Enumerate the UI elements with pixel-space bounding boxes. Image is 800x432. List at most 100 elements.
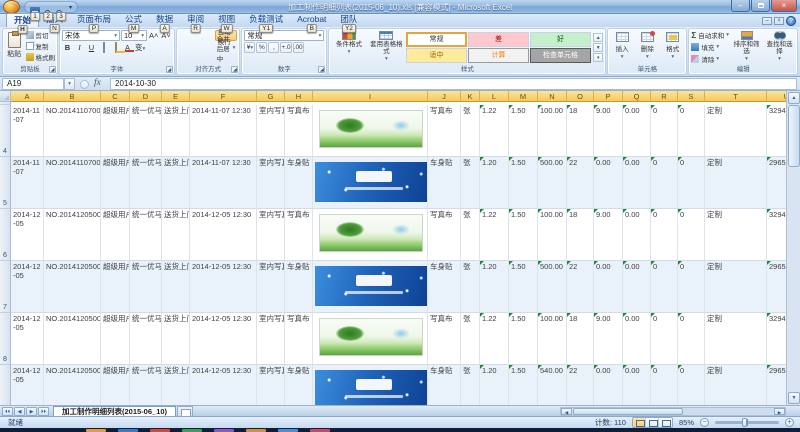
cell-R9[interactable]: 0 [651, 365, 678, 405]
cell-Q5[interactable]: 0.00 [623, 157, 651, 209]
cell-D5[interactable]: 统一优马特 [130, 157, 162, 209]
cell-S4[interactable]: 0 [678, 105, 705, 157]
cell-E9[interactable]: 送货上门 [162, 365, 190, 405]
find-select-button[interactable]: 查找和选择▾ [764, 30, 795, 64]
cell-E5[interactable]: 送货上门 [162, 157, 190, 209]
cell-Q9[interactable]: 0.00 [623, 365, 651, 405]
cell-K8[interactable]: 张 [461, 313, 480, 365]
decrease-decimal-button[interactable]: .00 [293, 42, 304, 53]
tab-视图[interactable]: 视图W [211, 13, 242, 27]
cell-H5[interactable]: 车身贴 [285, 157, 313, 209]
cell-A5[interactable]: 2014-11-07 [11, 157, 44, 209]
zoom-out-button[interactable]: − [700, 418, 709, 427]
align-center-button[interactable] [191, 42, 202, 53]
insert-worksheet-button[interactable] [177, 406, 193, 416]
first-sheet-button[interactable]: ⏴⏴ [2, 407, 13, 416]
cell-O4[interactable]: 18 [567, 105, 594, 157]
cell-I6[interactable] [313, 209, 428, 261]
cell-P9[interactable]: 0.00 [594, 365, 623, 405]
cell-U5[interactable]: 2965 [767, 157, 786, 209]
cell-Q4[interactable]: 0.00 [623, 105, 651, 157]
row-header-5[interactable]: 5 [0, 157, 11, 209]
cell-M6[interactable]: 1.50 [509, 209, 538, 261]
cell-R5[interactable]: 0 [651, 157, 678, 209]
bold-button[interactable]: B [62, 42, 73, 53]
cell-O8[interactable]: 18 [567, 313, 594, 365]
insert-cells-button[interactable]: 插入▾ [610, 30, 633, 64]
vertical-scroll-thumb[interactable] [788, 105, 800, 167]
column-header-Q[interactable]: Q [623, 91, 651, 102]
gallery-more-button[interactable]: ▾ [593, 53, 603, 62]
cell-C4[interactable]: 超级用户 [101, 105, 130, 157]
column-header-J[interactable]: J [428, 91, 461, 102]
column-header-B[interactable]: B [44, 91, 101, 102]
row-header-4[interactable]: 4 [0, 105, 11, 157]
cell-C6[interactable]: 超级用户 [101, 209, 130, 261]
column-header-I[interactable]: I [313, 91, 428, 102]
cell-P6[interactable]: 9.00 [594, 209, 623, 261]
maximize-button[interactable] [751, 0, 770, 12]
column-header-P[interactable]: P [594, 91, 623, 102]
paste-button[interactable]: 粘贴 [5, 30, 24, 64]
cell-L9[interactable]: 1.20 [480, 365, 509, 405]
cell-N4[interactable]: 100.00 [538, 105, 567, 157]
cell-B4[interactable]: NO.201411070001 [44, 105, 101, 157]
grow-font-button[interactable]: A˄ [148, 30, 159, 41]
align-left-button[interactable] [179, 42, 190, 53]
cell-J6[interactable]: 写真布 [428, 209, 461, 261]
alignment-dialog-launcher[interactable]: ◢ [231, 66, 238, 73]
cell-H9[interactable]: 车身贴 [285, 365, 313, 405]
cell-F4[interactable]: 2014-11-07 12:30 [190, 105, 257, 157]
cell-K5[interactable]: 张 [461, 157, 480, 209]
cell-G8[interactable]: 室内写真 [257, 313, 285, 365]
cell-I8[interactable] [313, 313, 428, 365]
borders-button[interactable] [98, 42, 109, 53]
vertical-scrollbar[interactable]: ▲ ▼ [786, 91, 800, 405]
cell-H6[interactable]: 写真布 [285, 209, 313, 261]
cell-K7[interactable]: 张 [461, 261, 480, 313]
cell-U8[interactable]: 3294 [767, 313, 786, 365]
cell-T8[interactable]: 定制 [705, 313, 767, 365]
tab-页面布局[interactable]: 页面布局P [70, 13, 118, 27]
cell-style-normal[interactable]: 常规 [406, 32, 467, 47]
align-bottom-button[interactable] [203, 30, 214, 41]
view-page-break-button[interactable] [659, 418, 672, 427]
cell-T5[interactable]: 定制 [705, 157, 767, 209]
underline-button[interactable]: U [86, 42, 97, 53]
scroll-left-button[interactable]: ◀ [561, 408, 572, 415]
cell-M4[interactable]: 1.50 [509, 105, 538, 157]
cell-P7[interactable]: 0.00 [594, 261, 623, 313]
cell-L5[interactable]: 1.20 [480, 157, 509, 209]
gallery-up-button[interactable]: ▲ [593, 33, 603, 42]
cell-Q7[interactable]: 0.00 [623, 261, 651, 313]
taskbar-item[interactable] [182, 429, 202, 432]
zoom-slider-thumb[interactable] [742, 418, 747, 427]
tab-团队[interactable]: 团队Y2 [333, 13, 364, 27]
horizontal-scroll-thumb[interactable] [573, 408, 683, 415]
delete-cells-button[interactable]: 删除▾ [636, 30, 659, 64]
cell-D4[interactable]: 统一优马特 [130, 105, 162, 157]
cell-L8[interactable]: 1.22 [480, 313, 509, 365]
column-header-R[interactable]: R [651, 91, 678, 102]
taskbar-item[interactable] [214, 429, 234, 432]
cell-K6[interactable]: 张 [461, 209, 480, 261]
cell-C7[interactable]: 超级用户 [101, 261, 130, 313]
column-header-C[interactable]: C [101, 91, 130, 102]
format-painter-button[interactable]: 格式刷 [26, 52, 56, 62]
fill-button[interactable]: 填充▾ [691, 42, 729, 53]
cell-G5[interactable]: 室内写真 [257, 157, 285, 209]
sort-filter-button[interactable]: 排序和筛选▾ [731, 30, 762, 64]
tab-数据[interactable]: 数据A [149, 13, 180, 27]
cell-S5[interactable]: 0 [678, 157, 705, 209]
column-header-A[interactable]: A [11, 91, 44, 102]
tab-审阅[interactable]: 审阅R [180, 13, 211, 27]
column-header-G[interactable]: G [257, 91, 285, 102]
cell-O9[interactable]: 22 [567, 365, 594, 405]
cell-B9[interactable]: NO.201412050002 [44, 365, 101, 405]
workbook-close-button[interactable]: × [774, 17, 784, 25]
cell-N9[interactable]: 540.00 [538, 365, 567, 405]
format-cells-button[interactable]: 格式▾ [661, 30, 684, 64]
cell-J8[interactable]: 写真布 [428, 313, 461, 365]
cell-M7[interactable]: 1.50 [509, 261, 538, 313]
cell-N7[interactable]: 500.00 [538, 261, 567, 313]
